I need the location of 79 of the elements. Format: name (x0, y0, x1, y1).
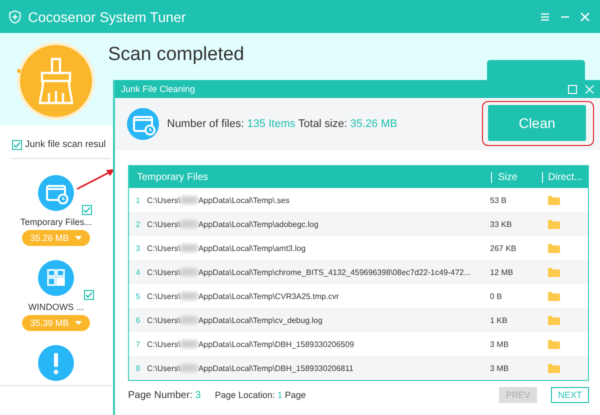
category-label: WINDOWS ... (28, 302, 84, 312)
file-path: AppData\Local\Temp\DBH_1589330206811 (198, 364, 354, 372)
redaction-blur (180, 292, 198, 300)
row-number: 2 (134, 220, 142, 228)
file-path: AppData\Local\Temp\CVR3A25.tmp.cvr (198, 292, 339, 300)
windows-icon[interactable] (38, 260, 74, 296)
size-dropdown[interactable]: 35.26 MB (22, 230, 90, 246)
file-path: AppData\Local\Temp\cv_debug.log (198, 316, 322, 324)
redaction-blur (180, 340, 198, 348)
file-path: C:\Users\ (147, 196, 180, 204)
scan-status-title: Scan completed (108, 44, 244, 66)
window-title: Cocosenor System Tuner (28, 8, 186, 24)
row-number: 8 (134, 364, 142, 372)
file-path: C:\Users\ (147, 244, 180, 252)
file-path: C:\Users\ (147, 292, 180, 300)
row-number: 3 (134, 244, 142, 252)
pointer-arrow (76, 168, 116, 190)
checkbox[interactable] (12, 140, 22, 150)
caret-icon (74, 321, 82, 325)
folder-icon[interactable] (548, 363, 560, 373)
file-path: AppData\Local\Temp\DBH_1589330206509 (198, 340, 354, 348)
folder-icon[interactable] (548, 219, 560, 229)
redaction-blur (180, 364, 198, 372)
shield-plus-icon (8, 10, 22, 24)
category-label: Temporary Files... (20, 217, 92, 227)
redaction-blur (180, 268, 198, 276)
file-summary: Number of files: 135 Items Total size: 35.26 MB (167, 118, 398, 130)
column-header: Size (491, 172, 542, 182)
file-size: 3 MB (489, 340, 510, 348)
broom-icon (16, 41, 96, 121)
clean-button[interactable]: Clean (488, 105, 586, 141)
file-size: 3 MB (489, 364, 510, 372)
folder-icon[interactable] (548, 267, 560, 277)
folder-clock-icon (127, 108, 159, 140)
row-number: 6 (134, 316, 142, 324)
file-size: 1 KB (489, 316, 508, 324)
row-number: 4 (134, 268, 142, 276)
size-dropdown[interactable]: 35.39 MB (22, 315, 90, 331)
file-path: AppData\Local\Temp\adobegc.log (198, 220, 318, 228)
caret-icon (74, 236, 82, 240)
checkbox[interactable] (84, 290, 94, 300)
row-number: 1 (134, 196, 142, 204)
redaction-blur (180, 316, 198, 324)
file-size: 33 KB (489, 220, 513, 228)
next-button[interactable]: NEXT (551, 387, 589, 403)
file-size: 12 MB (489, 268, 514, 276)
close-icon[interactable] (578, 10, 592, 24)
column-header: Direct... (542, 172, 588, 182)
column-header: Temporary Files (136, 172, 210, 182)
file-path: AppData\Local\Temp\amt3.log (198, 244, 306, 252)
page-number: Page Number: 3 (128, 390, 201, 400)
checkbox[interactable] (82, 205, 92, 215)
maximize-icon[interactable] (568, 84, 577, 94)
file-size: 0 B (489, 292, 504, 300)
row-number: 5 (134, 292, 142, 300)
file-path: AppData\Local\Temp\.ses (198, 196, 290, 204)
folder-icon[interactable] (548, 315, 560, 325)
redaction-blur (180, 220, 198, 228)
row-number: 7 (134, 340, 142, 348)
file-path: C:\Users\ (147, 340, 180, 348)
redaction-blur (180, 196, 198, 204)
file-path: C:\Users\ (147, 268, 180, 276)
folder-icon[interactable] (548, 195, 560, 205)
close-icon[interactable] (585, 84, 594, 94)
folder-icon[interactable] (548, 339, 560, 349)
page-location: Page Location: 1 Page (214, 390, 306, 400)
scan-results-label: Junk file scan resul (25, 139, 106, 150)
folder-clock-icon[interactable] (38, 175, 74, 211)
file-size: 53 B (489, 196, 508, 204)
dialog-title: Junk File Cleaning (121, 84, 196, 94)
file-path: C:\Users\ (147, 316, 180, 324)
file-size: 267 KB (489, 244, 518, 252)
redaction-blur (180, 244, 198, 252)
folder-icon[interactable] (548, 243, 560, 253)
file-path: C:\Users\ (147, 220, 180, 228)
file-path: C:\Users\ (147, 364, 180, 372)
folder-icon[interactable] (548, 291, 560, 301)
file-path: AppData\Local\Temp\chrome_BITS_4132_459696398\08ec7d22-1c49-472... (198, 268, 471, 276)
alert-icon[interactable] (38, 345, 74, 381)
